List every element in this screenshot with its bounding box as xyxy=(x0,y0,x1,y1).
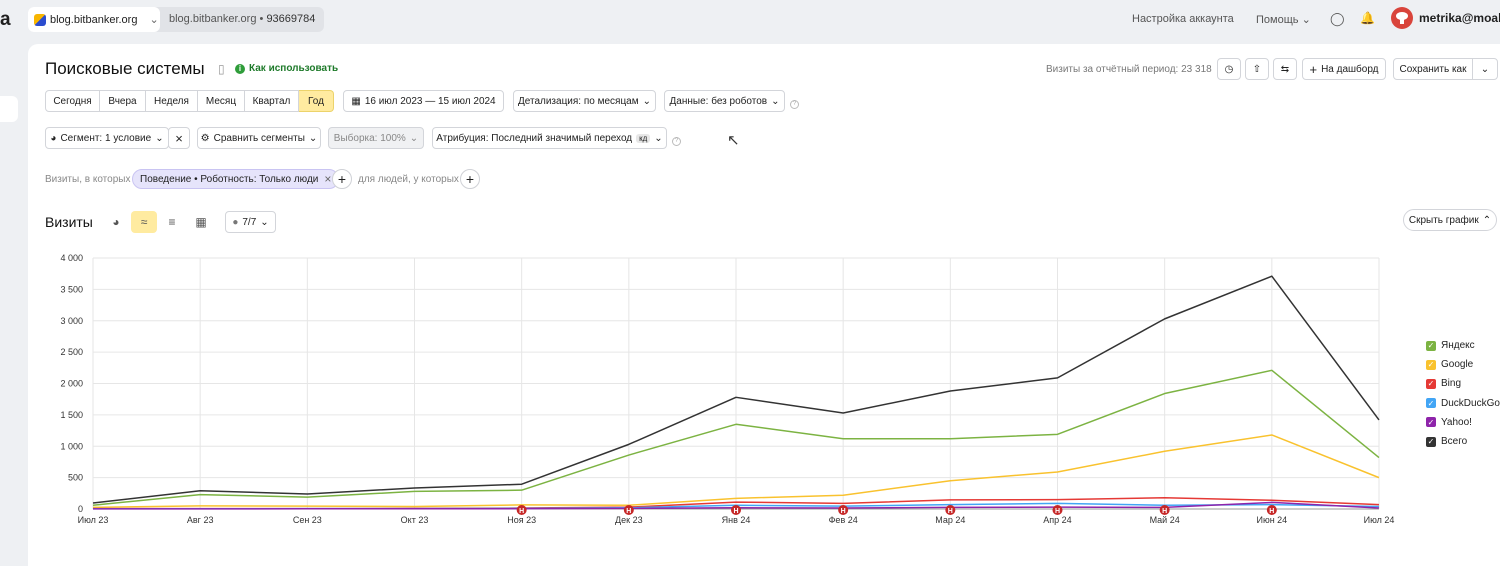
y-tick-label: 1 500 xyxy=(60,410,83,420)
x-tick-label: Май 24 xyxy=(1150,515,1180,525)
legend-item[interactable]: ✓ Yahoo! xyxy=(1426,417,1472,428)
legend-item[interactable]: ✓ DuckDuckGo xyxy=(1426,398,1500,409)
y-tick-label: 2 500 xyxy=(60,347,83,357)
x-tick-label: Ноя 23 xyxy=(507,515,536,525)
annotation-marker-label: Н xyxy=(519,508,524,515)
x-tick-label: Авг 23 xyxy=(187,515,214,525)
annotation-marker-label: Н xyxy=(626,508,631,515)
y-tick-label: 4 000 xyxy=(60,253,83,263)
annotation-marker-label: Н xyxy=(1269,508,1274,515)
y-tick-label: 0 xyxy=(78,504,83,514)
y-tick-label: 1 000 xyxy=(60,441,83,451)
legend-label: Bing xyxy=(1441,378,1462,390)
annotation-marker-label: Н xyxy=(1162,508,1167,515)
checkbox-icon: ✓ xyxy=(1426,417,1436,428)
checkbox-icon: ✓ xyxy=(1426,359,1436,370)
y-tick-label: 2 000 xyxy=(60,379,83,389)
x-tick-label: Мар 24 xyxy=(935,515,965,525)
visits-line-chart[interactable]: 05001 0001 5002 0002 5003 0003 5004 000 … xyxy=(0,0,1500,566)
legend-label: Яндекс xyxy=(1441,340,1475,351)
y-tick-label: 500 xyxy=(68,473,83,483)
x-tick-label: Июл 23 xyxy=(78,515,109,525)
x-tick-label: Сен 23 xyxy=(293,515,322,525)
y-tick-label: 3 500 xyxy=(60,284,83,294)
x-tick-label: Янв 24 xyxy=(722,515,751,525)
legend-item[interactable]: ✓ Bing xyxy=(1426,378,1461,389)
checkbox-icon: ✓ xyxy=(1426,436,1436,447)
legend-item[interactable]: ✓ Яндекс xyxy=(1426,340,1475,351)
x-tick-label: Окт 23 xyxy=(401,515,429,525)
x-tick-label: Июн 24 xyxy=(1256,515,1287,525)
checkbox-icon: ✓ xyxy=(1426,378,1436,389)
legend-label: Google xyxy=(1441,359,1474,371)
legend-label: DuckDuckGo xyxy=(1441,397,1500,409)
x-tick-label: Дек 23 xyxy=(615,515,643,525)
x-tick-label: Апр 24 xyxy=(1043,515,1071,525)
legend-label: Всего xyxy=(1441,436,1468,447)
annotation-marker-label: Н xyxy=(841,508,846,515)
y-tick-label: 3 000 xyxy=(60,316,83,326)
annotation-marker-label: Н xyxy=(948,508,953,515)
x-tick-label: Июл 24 xyxy=(1364,515,1395,525)
annotation-marker-label: Н xyxy=(733,508,738,515)
checkbox-icon: ✓ xyxy=(1426,398,1436,409)
legend-item[interactable]: ✓ Всего xyxy=(1426,436,1467,447)
annotation-marker-label: Н xyxy=(1055,508,1060,515)
x-tick-label: Фев 24 xyxy=(829,515,858,525)
checkbox-icon: ✓ xyxy=(1426,340,1436,351)
legend-item[interactable]: ✓ Google xyxy=(1426,359,1473,370)
legend-label: Yahoo! xyxy=(1441,416,1472,428)
